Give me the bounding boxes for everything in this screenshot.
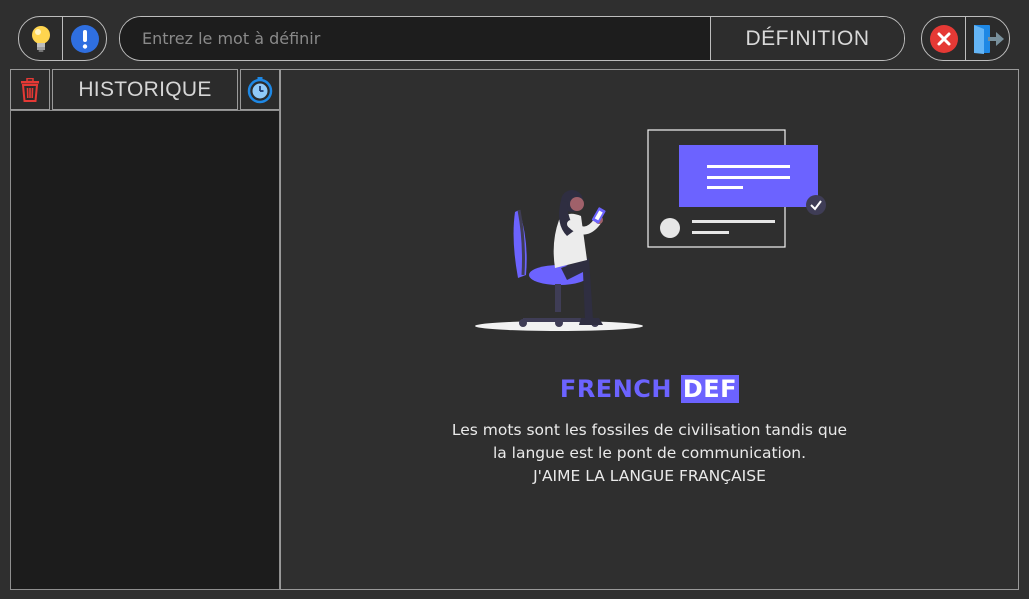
brand-part-french: FRENCH [559,375,672,403]
window-buttons [921,16,1010,61]
search-input[interactable] [120,17,710,60]
history-timer-button[interactable] [240,69,280,110]
hint-button[interactable] [19,17,62,60]
exit-button[interactable] [965,17,1009,60]
quote-line-3: J'AIME LA LANGUE FRANÇAISE [533,467,766,485]
lightbulb-icon [31,25,50,52]
person-with-phone-illustration [475,129,826,331]
quote-text: Les mots sont les fossiles de civilisati… [281,419,1018,488]
history-title: HISTORIQUE [52,69,238,110]
exit-icon [973,24,1004,54]
definition-button[interactable]: DÉFINITION [710,17,904,60]
trash-icon [21,77,39,102]
timer-icon [247,76,273,103]
quote-line-2: la langue est le pont de communication. [492,444,807,462]
search-bar: DÉFINITION [119,16,905,61]
brand-title: FRENCH DEF [281,375,1018,403]
close-icon [929,24,958,53]
clear-history-button[interactable] [10,69,50,110]
main-panel: FRENCH DEF Les mots sont les fossiles de… [280,69,1019,590]
info-icon [70,24,99,53]
quote-line-1: Les mots sont les fossiles de civilisati… [451,421,848,439]
history-list[interactable] [10,110,280,590]
close-button[interactable] [922,17,965,60]
help-buttons [18,16,107,61]
brand-part-def: DEF [680,375,740,403]
info-button[interactable] [62,17,106,60]
